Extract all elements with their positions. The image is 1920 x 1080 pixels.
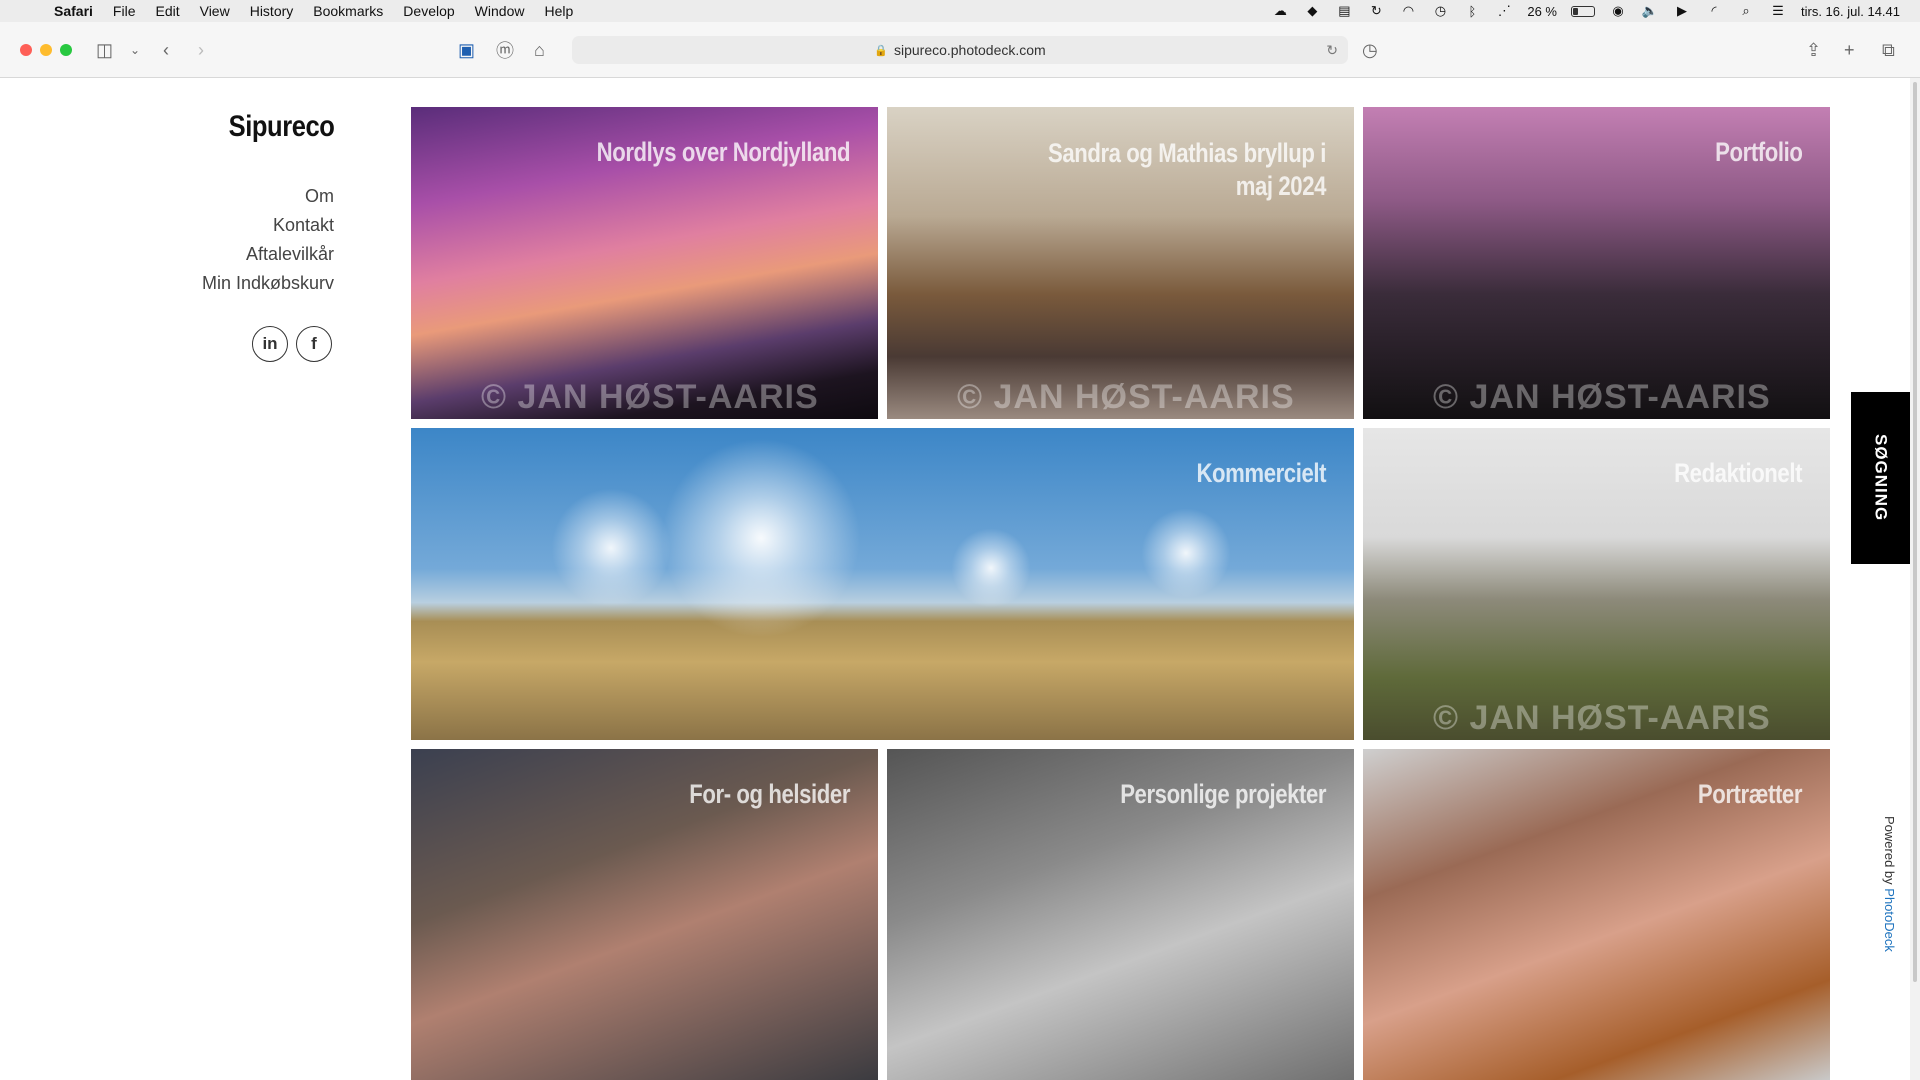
menu-file[interactable]: File xyxy=(113,3,136,19)
tile-label: Kommercielt xyxy=(1196,458,1326,488)
menu-bookmarks[interactable]: Bookmarks xyxy=(313,3,383,19)
tile-label: Personlige projekter xyxy=(1120,779,1326,809)
dropbox-icon[interactable]: ◆ xyxy=(1303,3,1321,18)
nav-aftalevilkaar[interactable]: Aftalevilkår xyxy=(202,240,334,269)
gallery-tile-portraetter[interactable]: Portrætter xyxy=(1363,749,1830,1080)
play-icon[interactable]: ▶ xyxy=(1673,3,1691,18)
bookmark-extension-icon[interactable]: ▣ xyxy=(458,38,475,62)
extension-m-icon[interactable]: ⓜ xyxy=(496,38,514,62)
menu-view[interactable]: View xyxy=(200,3,230,19)
bluetooth-icon[interactable]: ᛒ xyxy=(1463,4,1481,19)
home-icon[interactable]: ⌂ xyxy=(534,38,545,62)
menu-develop[interactable]: Develop xyxy=(403,3,454,19)
facebook-icon[interactable]: f xyxy=(296,326,332,362)
sidebar-toggle-icon[interactable]: ◫ xyxy=(96,38,113,62)
wifi-icon[interactable]: ◜ xyxy=(1705,3,1723,18)
forward-button[interactable]: › xyxy=(198,38,204,62)
chevron-down-icon[interactable]: ⌄ xyxy=(130,38,140,62)
volume-icon[interactable]: 🔈 xyxy=(1641,3,1659,18)
powered-by: Powered by PhotoDeck xyxy=(1882,816,1897,952)
social-links: in f xyxy=(252,326,332,362)
tile-label: Nordlys over Nordjylland xyxy=(596,137,851,167)
minimize-window-button[interactable] xyxy=(40,44,52,56)
search-tab-label: SØGNING xyxy=(1871,434,1891,522)
activity-icon[interactable]: ⋰ xyxy=(1495,3,1513,18)
menu-window[interactable]: Window xyxy=(475,3,525,19)
menu-edit[interactable]: Edit xyxy=(155,3,179,19)
browser-toolbar: ◫ ⌄ ‹ › ▣ ⓜ ⌂ 🔒 sipureco.photodeck.com ↻… xyxy=(0,22,1920,78)
control-center-icon[interactable]: ☰ xyxy=(1769,3,1787,18)
drive-icon[interactable]: ▤ xyxy=(1335,3,1353,18)
menubar: Safari File Edit View History Bookmarks … xyxy=(0,0,1920,22)
gallery-tile-portfolio[interactable]: Portfolio © JAN HØST-AARIS xyxy=(1363,107,1830,419)
tile-label: Portfolio xyxy=(1714,137,1803,167)
share-icon[interactable]: ⇪ xyxy=(1806,38,1821,62)
tile-watermark: © JAN HØST-AARIS xyxy=(957,378,1295,416)
status-area: ☁ ◆ ▤ ↻ ◠ ◷ ᛒ ⋰ 26 % ◉ 🔈 ▶ ◜ ⌕ ☰ tirs. 1… xyxy=(1271,0,1900,22)
url-text: sipureco.photodeck.com xyxy=(893,42,1046,58)
gallery-tile-nordlys[interactable]: Nordlys over Nordjylland © JAN HØST-AARI… xyxy=(411,107,878,419)
battery-icon[interactable] xyxy=(1571,5,1595,17)
address-bar[interactable]: 🔒 sipureco.photodeck.com ↻ xyxy=(572,36,1348,64)
nav-kontakt[interactable]: Kontakt xyxy=(202,211,334,240)
photodeck-link[interactable]: PhotoDeck xyxy=(1882,888,1897,952)
back-button[interactable]: ‹ xyxy=(163,38,169,62)
clock[interactable]: tirs. 16. jul. 14.41 xyxy=(1801,4,1900,19)
creative-cloud-icon[interactable]: ☁ xyxy=(1271,3,1289,18)
scrollbar[interactable] xyxy=(1910,78,1920,1080)
reload-icon[interactable]: ↻ xyxy=(1326,42,1338,59)
site-brand[interactable]: Sipureco xyxy=(228,110,334,144)
nav-cart[interactable]: Min Indkøbskurv xyxy=(202,269,334,298)
lock-icon: 🔒 xyxy=(874,44,888,57)
site-nav: Om Kontakt Aftalevilkår Min Indkøbskurv xyxy=(202,182,334,298)
powered-by-text: Powered by xyxy=(1882,816,1897,885)
page: Sipureco Om Kontakt Aftalevilkår Min Ind… xyxy=(0,78,1920,1080)
battery-fill xyxy=(1573,7,1579,15)
tile-label: Portrætter xyxy=(1697,779,1803,809)
time-machine-icon[interactable]: ◷ xyxy=(1431,3,1449,18)
search-tab[interactable]: SØGNING xyxy=(1851,392,1910,564)
gallery-tile-redaktionelt[interactable]: Redaktionelt © JAN HØST-AARIS xyxy=(1363,428,1830,740)
fullscreen-window-button[interactable] xyxy=(60,44,72,56)
wind-turbine-image xyxy=(551,488,671,608)
arc-icon[interactable]: ◠ xyxy=(1399,3,1417,18)
battery-percent: 26 % xyxy=(1527,3,1557,19)
wind-turbine-image xyxy=(1141,508,1231,598)
spotlight-search-icon[interactable]: ⌕ xyxy=(1737,3,1755,18)
tile-label: For- og helsider xyxy=(689,779,850,809)
gallery-tile-wedding[interactable]: Sandra og Mathias bryllup i maj 2024 © J… xyxy=(887,107,1354,419)
gallery-tile-kommercielt[interactable]: Kommercielt xyxy=(411,428,1354,740)
close-window-button[interactable] xyxy=(20,44,32,56)
wind-turbine-image xyxy=(951,528,1031,608)
menu-help[interactable]: Help xyxy=(544,3,573,19)
user-icon[interactable]: ◉ xyxy=(1609,3,1627,18)
menu-history[interactable]: History xyxy=(250,3,294,19)
history-clock-icon[interactable]: ◷ xyxy=(1362,38,1378,62)
tab-overview-icon[interactable]: ⧉ xyxy=(1882,38,1895,62)
scrollbar-thumb[interactable] xyxy=(1913,82,1917,982)
sync-icon[interactable]: ↻ xyxy=(1367,3,1385,18)
gallery-tile-forsider[interactable]: For- og helsider xyxy=(411,749,878,1080)
gallery-tile-personlige[interactable]: Personlige projekter xyxy=(887,749,1354,1080)
wind-turbine-image xyxy=(661,438,861,638)
new-tab-icon[interactable]: + xyxy=(1844,38,1855,62)
linkedin-icon[interactable]: in xyxy=(252,326,288,362)
nav-om[interactable]: Om xyxy=(202,182,334,211)
tile-watermark: © JAN HØST-AARIS xyxy=(481,378,819,416)
tile-watermark: © JAN HØST-AARIS xyxy=(1433,699,1771,737)
tile-label: Redaktionelt xyxy=(1674,458,1802,488)
menu-app-name[interactable]: Safari xyxy=(54,3,93,19)
tile-watermark: © JAN HØST-AARIS xyxy=(1433,378,1771,416)
tile-label: Sandra og Mathias bryllup i maj 2024 xyxy=(1047,138,1326,201)
